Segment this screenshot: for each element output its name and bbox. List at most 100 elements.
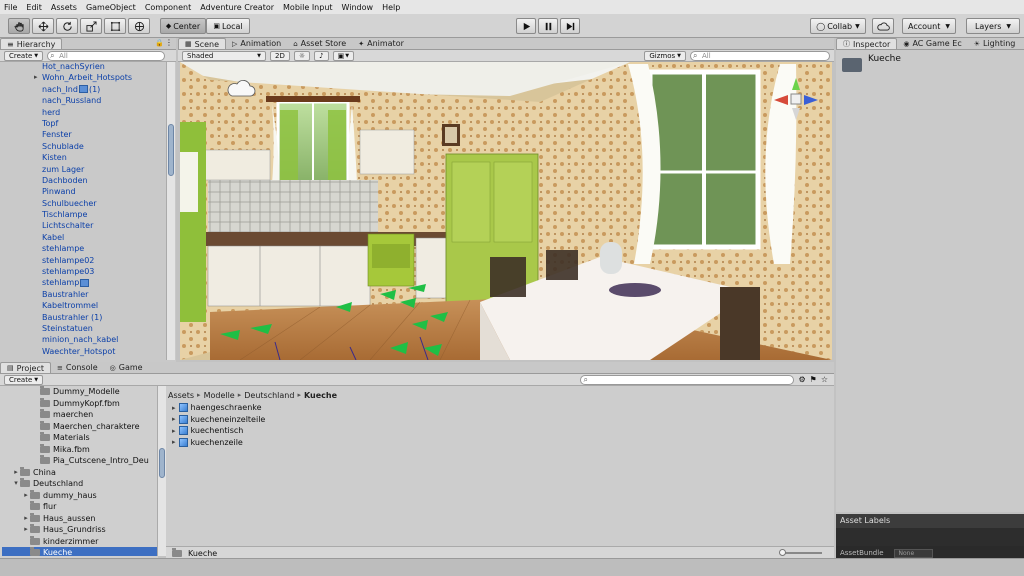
expand-arrow-icon[interactable]: ▸ bbox=[12, 467, 20, 479]
project-tree-item[interactable]: Dummy_Modelle bbox=[2, 386, 157, 398]
project-tree-item[interactable]: ▸ Haus_Grundriss bbox=[2, 524, 157, 536]
pause-button[interactable] bbox=[538, 18, 558, 34]
tab-animator[interactable]: ✦ Animator bbox=[352, 38, 410, 49]
gizmos-dropdown[interactable]: Gizmos ▼ bbox=[644, 50, 686, 61]
hierarchy-item[interactable]: stehlampe03 bbox=[2, 266, 164, 277]
hand-tool-button[interactable] bbox=[8, 18, 30, 34]
tab-ac-game-ec[interactable]: ◉ AC Game Ec bbox=[897, 38, 967, 49]
menu-mobile-input[interactable]: Mobile Input bbox=[283, 3, 333, 12]
asset-item[interactable]: ▸ kuechenzeile bbox=[172, 437, 265, 449]
menu-gameobject[interactable]: GameObject bbox=[86, 3, 136, 12]
hierarchy-item[interactable]: Lichtschalter bbox=[2, 220, 164, 231]
layers-dropdown[interactable]: Layers ▼ bbox=[966, 18, 1020, 34]
hierarchy-create-button[interactable]: Create ▼ bbox=[4, 50, 44, 61]
tab-lighting[interactable]: ☀ Lighting bbox=[968, 38, 1022, 49]
breadcrumb-item[interactable]: Modelle bbox=[204, 391, 235, 400]
breadcrumb-item[interactable]: Assets bbox=[168, 391, 194, 400]
scale-tool-button[interactable] bbox=[80, 18, 102, 34]
hierarchy-item[interactable]: Pinwand bbox=[2, 186, 164, 197]
project-tree-item[interactable]: ▸ dummy_haus bbox=[2, 489, 157, 502]
hierarchy-search-input[interactable]: All bbox=[47, 50, 166, 61]
expand-arrow-icon[interactable]: ▸ bbox=[22, 524, 30, 536]
expand-arrow-icon[interactable]: ▸ bbox=[22, 513, 30, 525]
project-tree-item[interactable]: DummyKopf.fbm bbox=[2, 397, 157, 410]
scene-search-input[interactable]: All bbox=[690, 50, 830, 61]
hierarchy-item[interactable]: zum Lager bbox=[2, 164, 164, 175]
scene-audio-toggle[interactable]: ♪ bbox=[314, 50, 329, 61]
transform-tool-button[interactable] bbox=[128, 18, 150, 34]
scene-lighting-toggle[interactable]: ☼ bbox=[293, 50, 311, 61]
breadcrumb-item[interactable]: Deutschland bbox=[244, 391, 294, 400]
hierarchy-item[interactable]: nach_Ind (1) bbox=[2, 84, 164, 95]
rect-tool-button[interactable] bbox=[104, 18, 126, 34]
asset-item[interactable]: ▸ haengeschraenke bbox=[172, 402, 265, 414]
hierarchy-item[interactable]: Hot_nachSyrien bbox=[2, 61, 164, 72]
hierarchy-item[interactable]: Waechter_Hotspot bbox=[2, 346, 164, 357]
hierarchy-item[interactable]: herd bbox=[2, 107, 164, 118]
expand-arrow-icon[interactable]: ▸ bbox=[172, 427, 176, 435]
shading-mode-dropdown[interactable]: Shaded ▼ bbox=[182, 50, 266, 61]
project-tree-item[interactable]: ▸ China bbox=[2, 466, 157, 479]
expand-arrow-icon[interactable]: ▸ bbox=[172, 438, 176, 446]
mode-2d-button[interactable]: 2D bbox=[270, 50, 290, 61]
hierarchy-item[interactable]: Kabel bbox=[2, 232, 164, 243]
project-tree-item[interactable]: maerchen bbox=[2, 409, 157, 421]
project-tree-item[interactable]: Pia_Cutscene_Intro_Deu bbox=[2, 455, 157, 467]
project-tree-item[interactable]: ▾ Deutschland bbox=[2, 478, 157, 490]
expand-arrow-icon[interactable]: ▸ bbox=[172, 415, 176, 423]
tab-asset-store[interactable]: ⌂ Asset Store bbox=[287, 38, 352, 49]
pivot-local-button[interactable]: ▣ Local bbox=[206, 18, 250, 34]
project-tree-item[interactable]: flur bbox=[2, 501, 157, 513]
move-tool-button[interactable] bbox=[32, 18, 54, 34]
tab-animation[interactable]: ▷ Animation bbox=[226, 38, 287, 49]
filter-type-icon[interactable]: ⚙ bbox=[798, 375, 805, 384]
hierarchy-item[interactable]: Steinstatuen bbox=[2, 323, 164, 334]
tab-hierarchy[interactable]: ≡ Hierarchy bbox=[0, 38, 63, 49]
favorite-star-icon[interactable]: ☆ bbox=[821, 375, 828, 384]
hierarchy-item[interactable]: stehlampe bbox=[2, 243, 164, 254]
slider-handle[interactable] bbox=[779, 549, 786, 556]
account-dropdown[interactable]: Account ▼ bbox=[902, 18, 956, 34]
menu-window[interactable]: Window bbox=[342, 3, 374, 12]
menu-edit[interactable]: Edit bbox=[26, 3, 42, 12]
menu-help[interactable]: Help bbox=[382, 3, 400, 12]
breadcrumb-item[interactable]: Kueche bbox=[304, 391, 337, 400]
hierarchy-item[interactable]: Schulbuecher bbox=[2, 198, 164, 209]
rotate-tool-button[interactable] bbox=[56, 18, 78, 34]
project-tree-item[interactable]: Materials bbox=[2, 432, 157, 444]
icon-size-slider[interactable] bbox=[779, 549, 822, 556]
project-tree-item[interactable]: Mika.fbm bbox=[2, 443, 157, 456]
hierarchy-item[interactable]: Topf bbox=[2, 118, 164, 129]
collab-dropdown[interactable]: ◯ Collab ▼ bbox=[810, 18, 866, 34]
hierarchy-item[interactable]: minion_nach_kabel bbox=[2, 334, 164, 345]
tab-inspector[interactable]: ⓘ Inspector bbox=[836, 38, 898, 49]
asset-bundle-dropdown[interactable]: None bbox=[893, 548, 934, 558]
hierarchy-item[interactable]: nach_Russland bbox=[2, 95, 164, 106]
lock-icon[interactable]: 🔒 bbox=[155, 39, 164, 47]
expand-arrow-icon[interactable]: ▸ bbox=[22, 490, 30, 502]
project-tree-item[interactable]: kinderzimmer bbox=[2, 535, 157, 548]
asset-item[interactable]: ▸ kuechentisch bbox=[172, 425, 265, 437]
hierarchy-scrollbar[interactable] bbox=[166, 62, 175, 360]
project-tree-item[interactable]: Maerchen_charaktere bbox=[2, 420, 157, 433]
menu-component[interactable]: Component bbox=[145, 3, 191, 12]
project-tree-scrollbar[interactable] bbox=[157, 386, 166, 556]
tab-game[interactable]: ◎ Game bbox=[104, 362, 149, 373]
project-tree-item[interactable]: ▸ Haus_aussen bbox=[2, 512, 157, 525]
hierarchy-item[interactable]: Fenster bbox=[2, 129, 164, 140]
menu-file[interactable]: File bbox=[4, 3, 17, 12]
play-button[interactable] bbox=[516, 18, 536, 34]
hierarchy-item[interactable]: Wohn_Arbeit_Hotspots bbox=[2, 72, 164, 84]
asset-item[interactable]: ▸ kuecheneinzelteile bbox=[172, 414, 265, 426]
step-button[interactable] bbox=[560, 18, 580, 34]
hierarchy-item[interactable]: Schublade bbox=[2, 141, 164, 152]
tab-scene[interactable]: ▦ Scene bbox=[178, 38, 227, 49]
hierarchy-item[interactable]: Kisten bbox=[2, 152, 164, 163]
project-search-input[interactable] bbox=[580, 374, 795, 385]
expand-arrow-icon[interactable]: ▸ bbox=[172, 404, 176, 412]
project-tree-scroll-thumb[interactable] bbox=[159, 448, 165, 478]
hierarchy-item[interactable]: Baustrahler (1) bbox=[2, 312, 164, 323]
project-tree-item[interactable]: Kueche bbox=[2, 547, 157, 556]
hierarchy-item[interactable]: Baustrahler bbox=[2, 289, 164, 300]
pivot-center-button[interactable]: ◆ Center bbox=[160, 18, 206, 34]
